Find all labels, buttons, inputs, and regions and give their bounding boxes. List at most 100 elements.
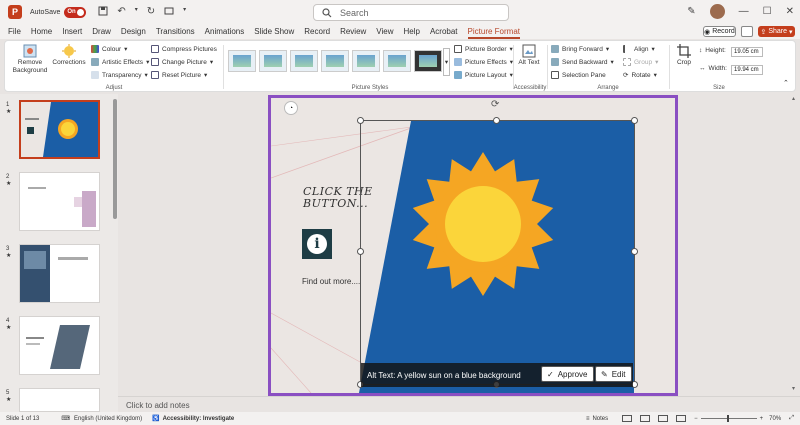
tab-review[interactable]: Review: [340, 27, 366, 36]
notes-pane[interactable]: Click to add notes: [118, 396, 800, 412]
designer-icon[interactable]: ✎: [687, 6, 695, 17]
rotate-handle-icon[interactable]: ⟳: [491, 99, 499, 110]
tab-acrobat[interactable]: Acrobat: [430, 27, 458, 36]
transparency-button[interactable]: Transparency ▾: [91, 71, 148, 79]
picture-style-6[interactable]: [383, 50, 411, 72]
slide-thumbnail-2[interactable]: [19, 172, 100, 231]
alt-text-button[interactable]: Alt Text: [517, 43, 541, 67]
slide-thumbnail-4[interactable]: [19, 316, 100, 375]
picture-style-3[interactable]: [290, 50, 318, 72]
scroll-down-icon[interactable]: ▾: [792, 385, 795, 392]
tab-file[interactable]: File: [8, 27, 21, 36]
share-button[interactable]: ⇪ Share ▾: [758, 26, 795, 37]
scroll-up-icon[interactable]: ▴: [792, 95, 795, 102]
picture-effects-button[interactable]: Picture Effects ▾: [454, 58, 513, 66]
language-status[interactable]: English (United Kingdom): [74, 416, 142, 422]
rotate-icon: ⟳: [623, 72, 629, 79]
undo-dropdown-icon[interactable]: ▾: [135, 6, 138, 19]
remove-background-button[interactable]: Remove Background: [11, 43, 49, 75]
picture-style-1[interactable]: [228, 50, 256, 72]
send-backward-button[interactable]: Send Backward ▾: [551, 58, 614, 66]
width-field[interactable]: 19.94 cm: [731, 65, 763, 75]
slide-heading[interactable]: CLICK THE BUTTON...: [303, 186, 383, 210]
avatar[interactable]: [709, 4, 725, 19]
minimize-icon[interactable]: —: [739, 6, 749, 17]
picture-border-button[interactable]: Picture Border ▾: [454, 45, 513, 53]
styles-gallery-scroll[interactable]: ▾: [443, 48, 450, 76]
compress-pictures-button[interactable]: Compress Pictures: [151, 45, 217, 53]
accessibility-status[interactable]: Accessibility: Investigate: [163, 416, 235, 422]
save-icon[interactable]: [98, 6, 108, 19]
present-icon[interactable]: [164, 6, 174, 19]
fit-to-window-icon[interactable]: ⤢: [789, 415, 794, 422]
slide-thumbnail-5[interactable]: [19, 388, 100, 412]
artistic-effects-button[interactable]: Artistic Effects ▾: [91, 58, 149, 66]
reading-view-icon[interactable]: [658, 415, 669, 422]
tab-picture-format[interactable]: Picture Format: [467, 27, 521, 39]
slideshow-view-icon[interactable]: [676, 415, 687, 422]
accessibility-icon: ♿: [152, 416, 160, 422]
colour-button[interactable]: Colour ▾: [91, 45, 127, 53]
close-icon[interactable]: ✕: [786, 6, 794, 17]
tab-insert[interactable]: Insert: [62, 27, 82, 36]
picture-layout-button[interactable]: Picture Layout ▾: [454, 71, 513, 79]
picture-border-label: Picture Border: [465, 45, 507, 53]
notes-toggle[interactable]: Notes: [592, 416, 608, 422]
resize-handle-e[interactable]: [631, 248, 638, 255]
find-out-more-text[interactable]: Find out more....: [302, 277, 360, 286]
normal-view-icon[interactable]: [622, 415, 633, 422]
approve-button[interactable]: ✓ Approve: [541, 366, 594, 382]
picture-style-7[interactable]: [414, 50, 442, 72]
collapse-ribbon-icon[interactable]: ⌃: [783, 79, 789, 87]
tab-animations[interactable]: Animations: [205, 27, 245, 36]
height-icon: ↕: [699, 47, 703, 54]
search-box[interactable]: Search: [313, 4, 509, 21]
resize-handle-n[interactable]: [493, 117, 500, 124]
picture-style-5[interactable]: [352, 50, 380, 72]
rotate-button[interactable]: ⟳ Rotate ▾: [623, 71, 657, 80]
change-picture-button[interactable]: Change Picture ▾: [151, 58, 213, 66]
zoom-in-icon[interactable]: +: [760, 416, 764, 422]
customize-toolbar-icon[interactable]: ▾: [183, 6, 186, 19]
zoom-level[interactable]: 70%: [769, 416, 781, 422]
comments-button[interactable]: [741, 26, 753, 37]
slide-thumbnail-3[interactable]: [19, 244, 100, 303]
tab-home[interactable]: Home: [31, 27, 52, 36]
thumbnail-scrollbar[interactable]: [113, 99, 117, 219]
corrections-button[interactable]: Corrections: [52, 43, 86, 67]
edit-alt-text-button[interactable]: ✎ Edit: [595, 366, 632, 382]
picture-style-4[interactable]: [321, 50, 349, 72]
record-button[interactable]: ◉ Record: [703, 26, 736, 37]
bring-forward-button[interactable]: Bring Forward ▾: [551, 45, 609, 53]
info-button[interactable]: i: [302, 229, 332, 259]
resize-handle-nw[interactable]: [357, 117, 364, 124]
slide-sorter-icon[interactable]: [640, 415, 651, 422]
designer-badge-icon[interactable]: ◔: [284, 101, 298, 115]
tab-view[interactable]: View: [376, 27, 393, 36]
tab-design[interactable]: Design: [121, 27, 146, 36]
undo-icon[interactable]: ↶: [117, 6, 125, 19]
resize-handle-ne[interactable]: [631, 117, 638, 124]
spellcheck-icon[interactable]: ⌨: [61, 415, 70, 422]
maximize-icon[interactable]: ☐: [763, 6, 772, 17]
autosave-toggle[interactable]: On: [64, 6, 87, 18]
tab-help[interactable]: Help: [404, 27, 420, 36]
reset-picture-button[interactable]: Reset Picture ▾: [151, 71, 207, 79]
zoom-slider[interactable]: [700, 415, 757, 422]
tab-slide-show[interactable]: Slide Show: [254, 27, 294, 36]
align-button[interactable]: Align ▾: [623, 45, 655, 53]
zoom-out-icon[interactable]: −: [694, 416, 698, 422]
slide-canvas[interactable]: ◔ CLICK THE BUTTON... i Find out more...…: [268, 95, 678, 396]
resize-handle-w[interactable]: [357, 248, 364, 255]
redo-icon[interactable]: ↻: [147, 6, 155, 19]
slide-thumbnail-1[interactable]: [19, 100, 100, 159]
height-field[interactable]: 19.05 cm: [731, 47, 763, 57]
thumbnail-number: 2 ★: [6, 174, 12, 187]
tab-transitions[interactable]: Transitions: [156, 27, 195, 36]
tab-record[interactable]: Record: [304, 27, 330, 36]
crop-button[interactable]: Crop: [673, 43, 695, 67]
selection-pane-button[interactable]: Selection Pane: [551, 71, 606, 79]
tab-draw[interactable]: Draw: [92, 27, 111, 36]
picture-style-2[interactable]: [259, 50, 287, 72]
group-button[interactable]: Group ▾: [623, 58, 658, 66]
